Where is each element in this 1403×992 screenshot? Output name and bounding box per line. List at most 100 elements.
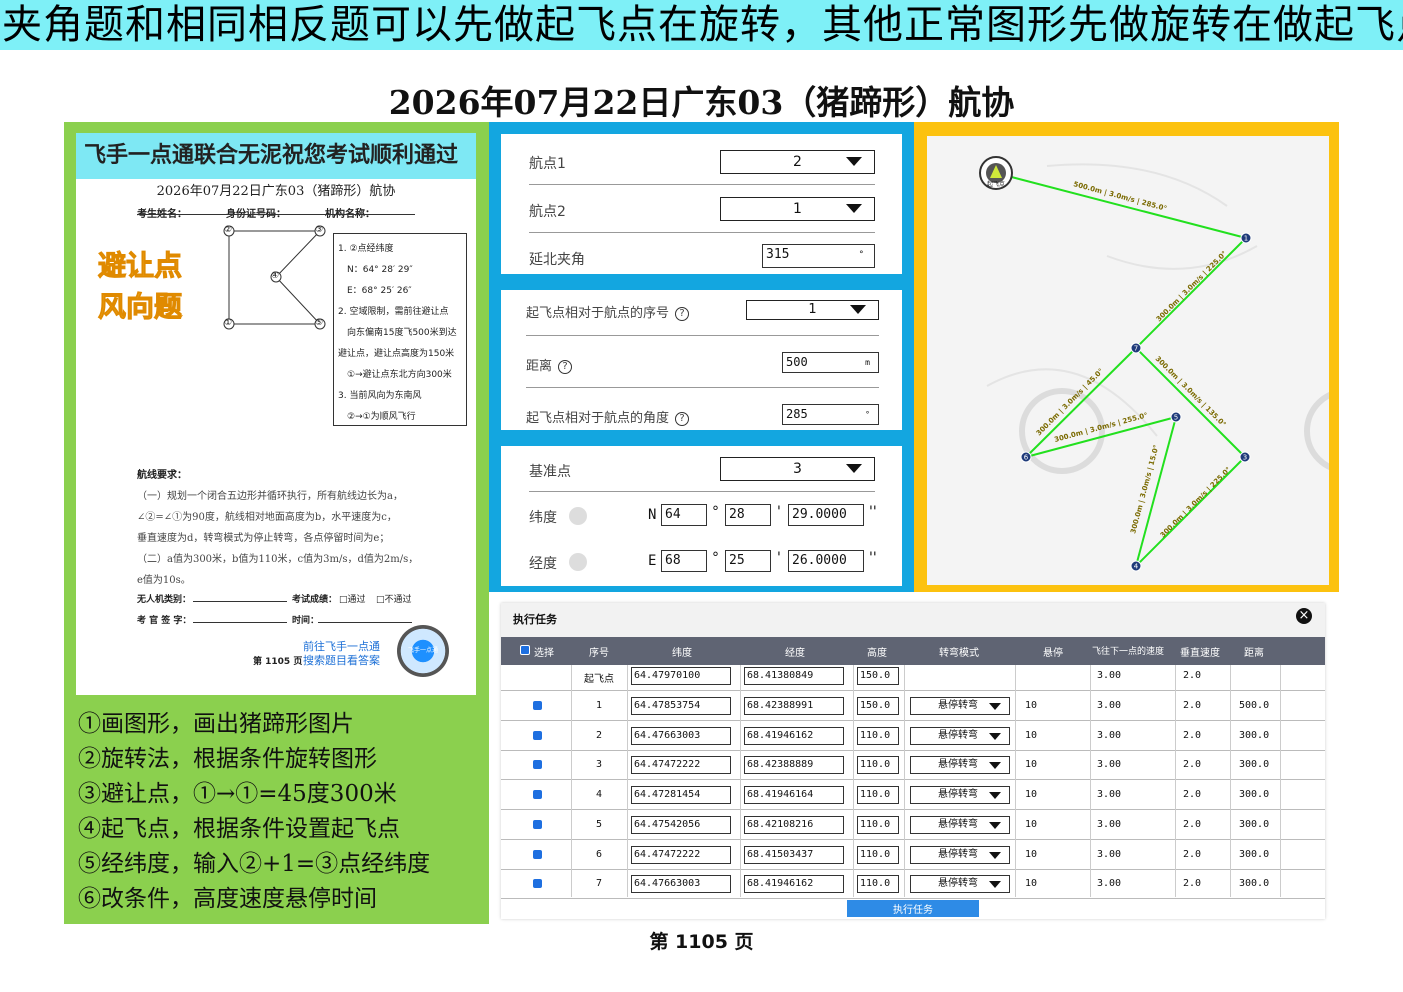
- shape-point-2: ②: [224, 225, 233, 235]
- divider: [526, 387, 879, 388]
- select-all-checkbox[interactable]: [520, 645, 530, 655]
- waypoint-marker-3: 3: [1243, 454, 1247, 462]
- tag-wind-direction: 风向题: [97, 290, 183, 324]
- cell-distance: 300.0: [1239, 789, 1270, 801]
- turn-mode-select[interactable]: 悬停转弯: [910, 875, 1010, 894]
- row-checkbox[interactable]: [533, 790, 542, 800]
- time-label: 时间：: [292, 616, 320, 626]
- cell-hover: 10: [1025, 789, 1038, 801]
- waypoint1-select[interactable]: 2: [720, 150, 875, 174]
- cell-alt-input[interactable]: 110.0: [857, 756, 899, 775]
- lon-min-input[interactable]: 25: [725, 550, 771, 572]
- row-checkbox[interactable]: [533, 730, 542, 740]
- cell-lat-input[interactable]: 64.47472222: [631, 756, 731, 775]
- help-icon[interactable]: ?: [675, 307, 690, 321]
- cell-lat-input[interactable]: 64.47281454: [631, 786, 731, 805]
- cell-distance: 500.0: [1239, 700, 1270, 711]
- cell-alt-input[interactable]: 110.0: [857, 845, 899, 864]
- turn-mode-select[interactable]: 悬停转弯: [910, 845, 1010, 864]
- min-symbol: ': [777, 550, 781, 566]
- cell-vspeed: 2.0: [1183, 878, 1202, 890]
- shape-point-3: ③: [315, 225, 324, 235]
- lat-deg-input[interactable]: 64: [661, 504, 707, 526]
- row-checkbox[interactable]: [533, 760, 542, 770]
- cell-alt-input[interactable]: 150.0: [857, 697, 899, 715]
- chevron-down-icon: [850, 305, 866, 314]
- cell-alt-input[interactable]: 150.0: [857, 667, 899, 685]
- chevron-down-icon: [989, 732, 1001, 740]
- base-point-label: 基准点: [529, 464, 571, 480]
- row-checkbox[interactable]: [533, 849, 542, 859]
- cell-lat-input[interactable]: 64.47472222: [631, 845, 731, 864]
- swap-icon[interactable]: [569, 553, 587, 571]
- step-3: ③避让点，①→①=45度300米: [78, 781, 397, 807]
- cell-seq: 4: [596, 789, 603, 801]
- col-lat: 纬度: [672, 648, 692, 659]
- col-divider: [1280, 665, 1281, 897]
- execute-task-button[interactable]: 执行任务: [847, 900, 979, 917]
- lon-deg-input[interactable]: 68: [661, 550, 707, 572]
- cell-lon-input[interactable]: 68.42388889: [744, 756, 844, 775]
- cell-lon-input[interactable]: 68.41946164: [744, 786, 844, 805]
- cell-alt-input[interactable]: 110.0: [857, 786, 899, 805]
- cell-alt-input[interactable]: 110.0: [857, 815, 899, 834]
- takeoff-seq-select[interactable]: 1: [746, 300, 879, 320]
- turn-mode-select[interactable]: 悬停转弯: [910, 726, 1010, 745]
- help-icon[interactable]: ?: [558, 360, 573, 374]
- north-angle-input[interactable]: 315 °: [762, 244, 875, 268]
- col-vspeed: 垂直速度: [1180, 648, 1220, 659]
- cell-lon-input[interactable]: 68.41380849: [744, 667, 844, 685]
- cell-lon-input[interactable]: 68.42388991: [744, 697, 844, 715]
- chevron-down-icon: [989, 703, 1001, 710]
- cell-lon-input[interactable]: 68.41946162: [744, 726, 844, 745]
- col-divider: [571, 665, 572, 897]
- footer-link-2[interactable]: 搜索题目看答案: [303, 652, 380, 668]
- cell-vspeed: 2.0: [1183, 848, 1202, 860]
- cell-lat-input[interactable]: 64.47542056: [631, 815, 731, 834]
- row-checkbox[interactable]: [533, 879, 542, 889]
- lat-sec-input[interactable]: 29.0000: [788, 504, 864, 526]
- takeoff-seq-value: 1: [808, 302, 817, 317]
- cell-lon-input[interactable]: 68.41503437: [744, 845, 844, 864]
- degree-unit: °: [865, 410, 870, 419]
- cell-vspeed: 2.0: [1183, 700, 1202, 711]
- takeoff-angle-input[interactable]: 285 °: [782, 404, 879, 425]
- chevron-down-icon: [989, 851, 1001, 859]
- cell-lat-input[interactable]: 64.47970100: [631, 667, 731, 685]
- top-banner: 夹角题和相同相反题可以先做起飞点在旋转，其他正常图形先做旋转在做起飞点: [0, 0, 1403, 50]
- table-row-takeoff: 起飞点 64.47970100 68.41380849 150.0 3.00 2…: [501, 661, 1325, 691]
- condition-line: N：64° 28′ 29″: [347, 265, 413, 275]
- home-label: 起飞点: [987, 180, 1005, 188]
- route-map[interactable]: 500.0m | 3.0m/s | 285.0° 300.0m | 3.0m/s…: [927, 136, 1329, 585]
- swap-icon[interactable]: [569, 507, 587, 525]
- cell-alt-input[interactable]: 110.0: [857, 726, 899, 745]
- cell-lat-input[interactable]: 64.47853754: [631, 697, 731, 715]
- cell-lat-input[interactable]: 64.47663003: [631, 875, 731, 894]
- lon-sec-input[interactable]: 26.0000: [788, 550, 864, 572]
- row-checkbox[interactable]: [533, 701, 542, 710]
- cell-lon-input[interactable]: 68.41946162: [744, 875, 844, 894]
- distance-text: 距离: [526, 359, 553, 374]
- close-icon[interactable]: ×: [1296, 608, 1312, 624]
- base-point-select[interactable]: 3: [720, 457, 875, 481]
- turn-mode-select[interactable]: 悬停转弯: [910, 697, 1010, 715]
- cell-speed: 3.00: [1097, 759, 1122, 771]
- waypoint1-value: 2: [793, 154, 802, 170]
- takeoff-marker[interactable]: 起飞点: [979, 156, 1013, 190]
- turn-mode-select[interactable]: 悬停转弯: [910, 815, 1010, 834]
- cell-alt-input[interactable]: 110.0: [857, 875, 899, 894]
- turn-mode-select[interactable]: 悬停转弯: [910, 786, 1010, 805]
- row-checkbox[interactable]: [533, 819, 542, 829]
- lat-min-input[interactable]: 28: [725, 504, 771, 526]
- chevron-down-icon: [989, 762, 1001, 770]
- help-icon[interactable]: ?: [675, 412, 690, 426]
- cell-vspeed: 2.0: [1183, 818, 1202, 830]
- waypoint2-select[interactable]: 1: [720, 197, 875, 221]
- cell-lat-input[interactable]: 64.47663003: [631, 726, 731, 745]
- distance-input[interactable]: 500 m: [782, 352, 879, 373]
- degree-unit: °: [858, 250, 864, 260]
- cell-lon-input[interactable]: 68.42108216: [744, 815, 844, 834]
- min-symbol: ': [777, 504, 781, 520]
- waypoint-marker-4: 4: [1134, 563, 1139, 571]
- turn-mode-select[interactable]: 悬停转弯: [910, 756, 1010, 775]
